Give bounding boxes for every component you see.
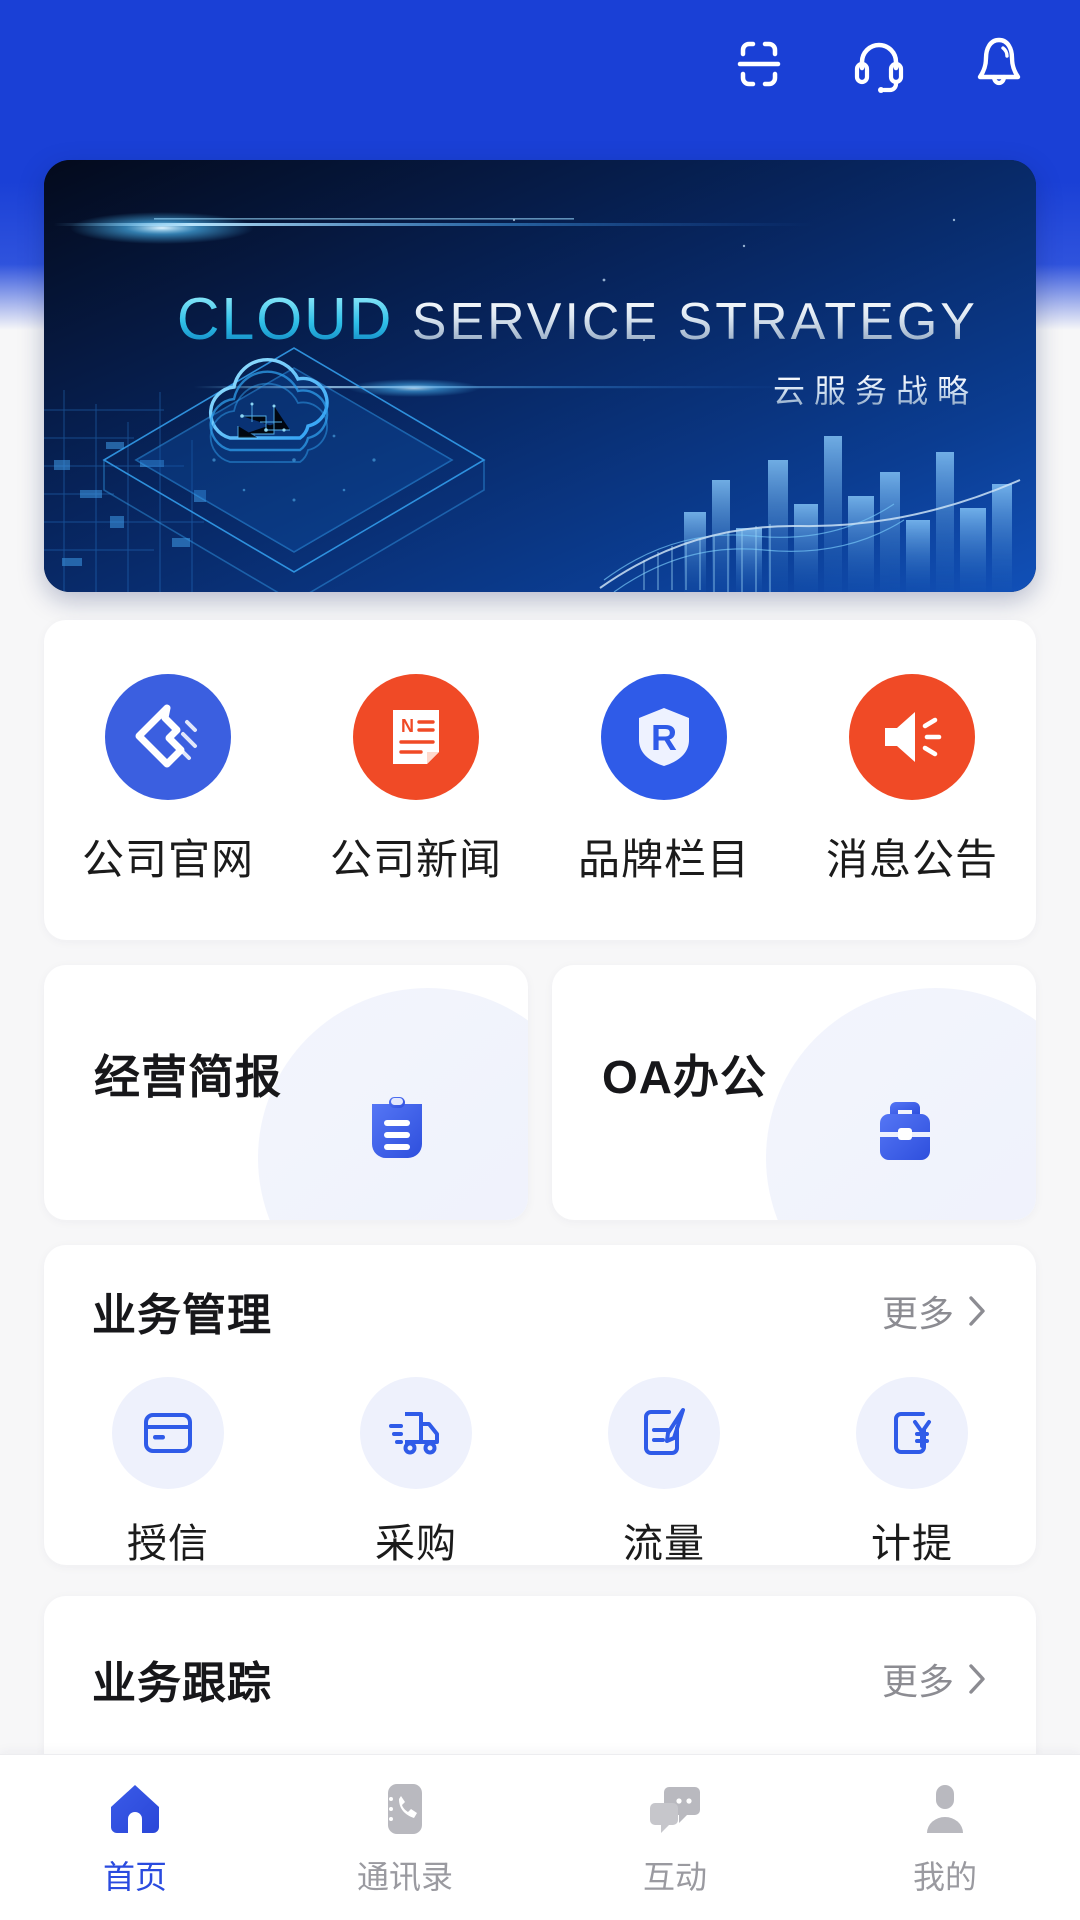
company-news-icon: N [353, 673, 479, 800]
chevron-right-icon [969, 1296, 985, 1326]
tab-label: 互动 [642, 1858, 707, 1895]
business-item-credit[interactable]: 授信 [44, 1377, 292, 1569]
header-action-bar [0, 0, 1080, 128]
business-item-label: 计提 [871, 1522, 953, 1566]
feature-card-title: 经营简报 [94, 1051, 282, 1103]
hero-banner[interactable]: CLOUD SERVICE STRATEGY 云服务战略 [44, 160, 1036, 592]
feature-card-business-brief[interactable]: 经营简报 [44, 965, 528, 1220]
tab-label: 首页 [102, 1858, 167, 1895]
banner-artwork [44, 160, 1036, 592]
contacts-icon [374, 1778, 436, 1840]
profile-icon [914, 1778, 976, 1840]
section-more-link[interactable]: 更多 [882, 1653, 990, 1705]
quick-action-company-website[interactable]: 公司官网 [44, 673, 292, 887]
chevron-right-icon [969, 1664, 985, 1694]
feature-card-oa-office[interactable]: OA办公 [552, 965, 1036, 1220]
business-item-label: 采购 [375, 1522, 457, 1566]
more-label: 更多 [881, 1661, 954, 1702]
chat-icon [644, 1778, 706, 1840]
quick-action-label: 消息公告 [825, 835, 998, 883]
more-label: 更多 [881, 1293, 954, 1334]
tab-contacts[interactable]: 通讯录 [270, 1778, 540, 1898]
business-item-label: 流量 [623, 1522, 705, 1566]
section-more-link[interactable]: 更多 [882, 1285, 990, 1337]
truck-icon [360, 1377, 472, 1489]
quick-action-announcement[interactable]: 消息公告 [788, 673, 1036, 887]
bottom-tab-bar: 首页 通讯录 互动 我的 [0, 1754, 1080, 1920]
credit-card-icon [112, 1377, 224, 1489]
headset-icon[interactable] [842, 27, 916, 101]
business-item-label: 授信 [127, 1522, 209, 1566]
svg-text:R: R [651, 717, 677, 758]
quick-action-company-news[interactable]: N 公司新闻 [292, 673, 540, 887]
section-header: 业务管理 更多 [44, 1245, 1036, 1377]
quick-action-label: 公司官网 [81, 835, 254, 883]
feature-card-row: 经营简报 OA办公 [44, 965, 1036, 1220]
briefcase-icon [862, 1086, 948, 1172]
business-management-grid: 授信 采购 流量 计提 [44, 1377, 1036, 1609]
document-edit-icon [608, 1377, 720, 1489]
home-icon [104, 1778, 166, 1840]
bell-icon[interactable] [962, 27, 1036, 101]
business-item-accrual[interactable]: 计提 [788, 1377, 1036, 1569]
business-item-procurement[interactable]: 采购 [292, 1377, 540, 1569]
svg-text:N: N [401, 716, 414, 736]
yen-document-icon [856, 1377, 968, 1489]
feature-card-title: OA办公 [602, 1051, 767, 1103]
tab-interaction[interactable]: 互动 [540, 1778, 810, 1898]
section-title: 业务管理 [92, 1291, 272, 1340]
brand-column-icon: R [601, 673, 727, 800]
clipboard-icon [354, 1086, 440, 1172]
tab-label: 我的 [912, 1858, 977, 1895]
tab-profile[interactable]: 我的 [810, 1778, 1080, 1898]
app-root: CLOUD SERVICE STRATEGY 云服务战略 公司官网 [0, 0, 1080, 1920]
quick-action-brand-column[interactable]: R 品牌栏目 [540, 673, 788, 887]
quick-action-label: 品牌栏目 [577, 835, 750, 883]
business-item-traffic[interactable]: 流量 [540, 1377, 788, 1569]
scan-icon[interactable] [722, 27, 796, 101]
quick-actions-card: 公司官网 N 公司新闻 R 品牌栏目 消息公告 [44, 620, 1036, 940]
tab-label: 通讯录 [356, 1858, 453, 1895]
section-title: 业务跟踪 [92, 1659, 272, 1708]
quick-action-label: 公司新闻 [329, 835, 502, 883]
company-website-icon [105, 673, 231, 800]
tab-home[interactable]: 首页 [0, 1778, 270, 1898]
section-header: 业务跟踪 更多 [44, 1596, 1036, 1762]
announcement-icon [849, 673, 975, 800]
section-business-management: 业务管理 更多 授信 采购 流量 计提 [44, 1245, 1036, 1566]
